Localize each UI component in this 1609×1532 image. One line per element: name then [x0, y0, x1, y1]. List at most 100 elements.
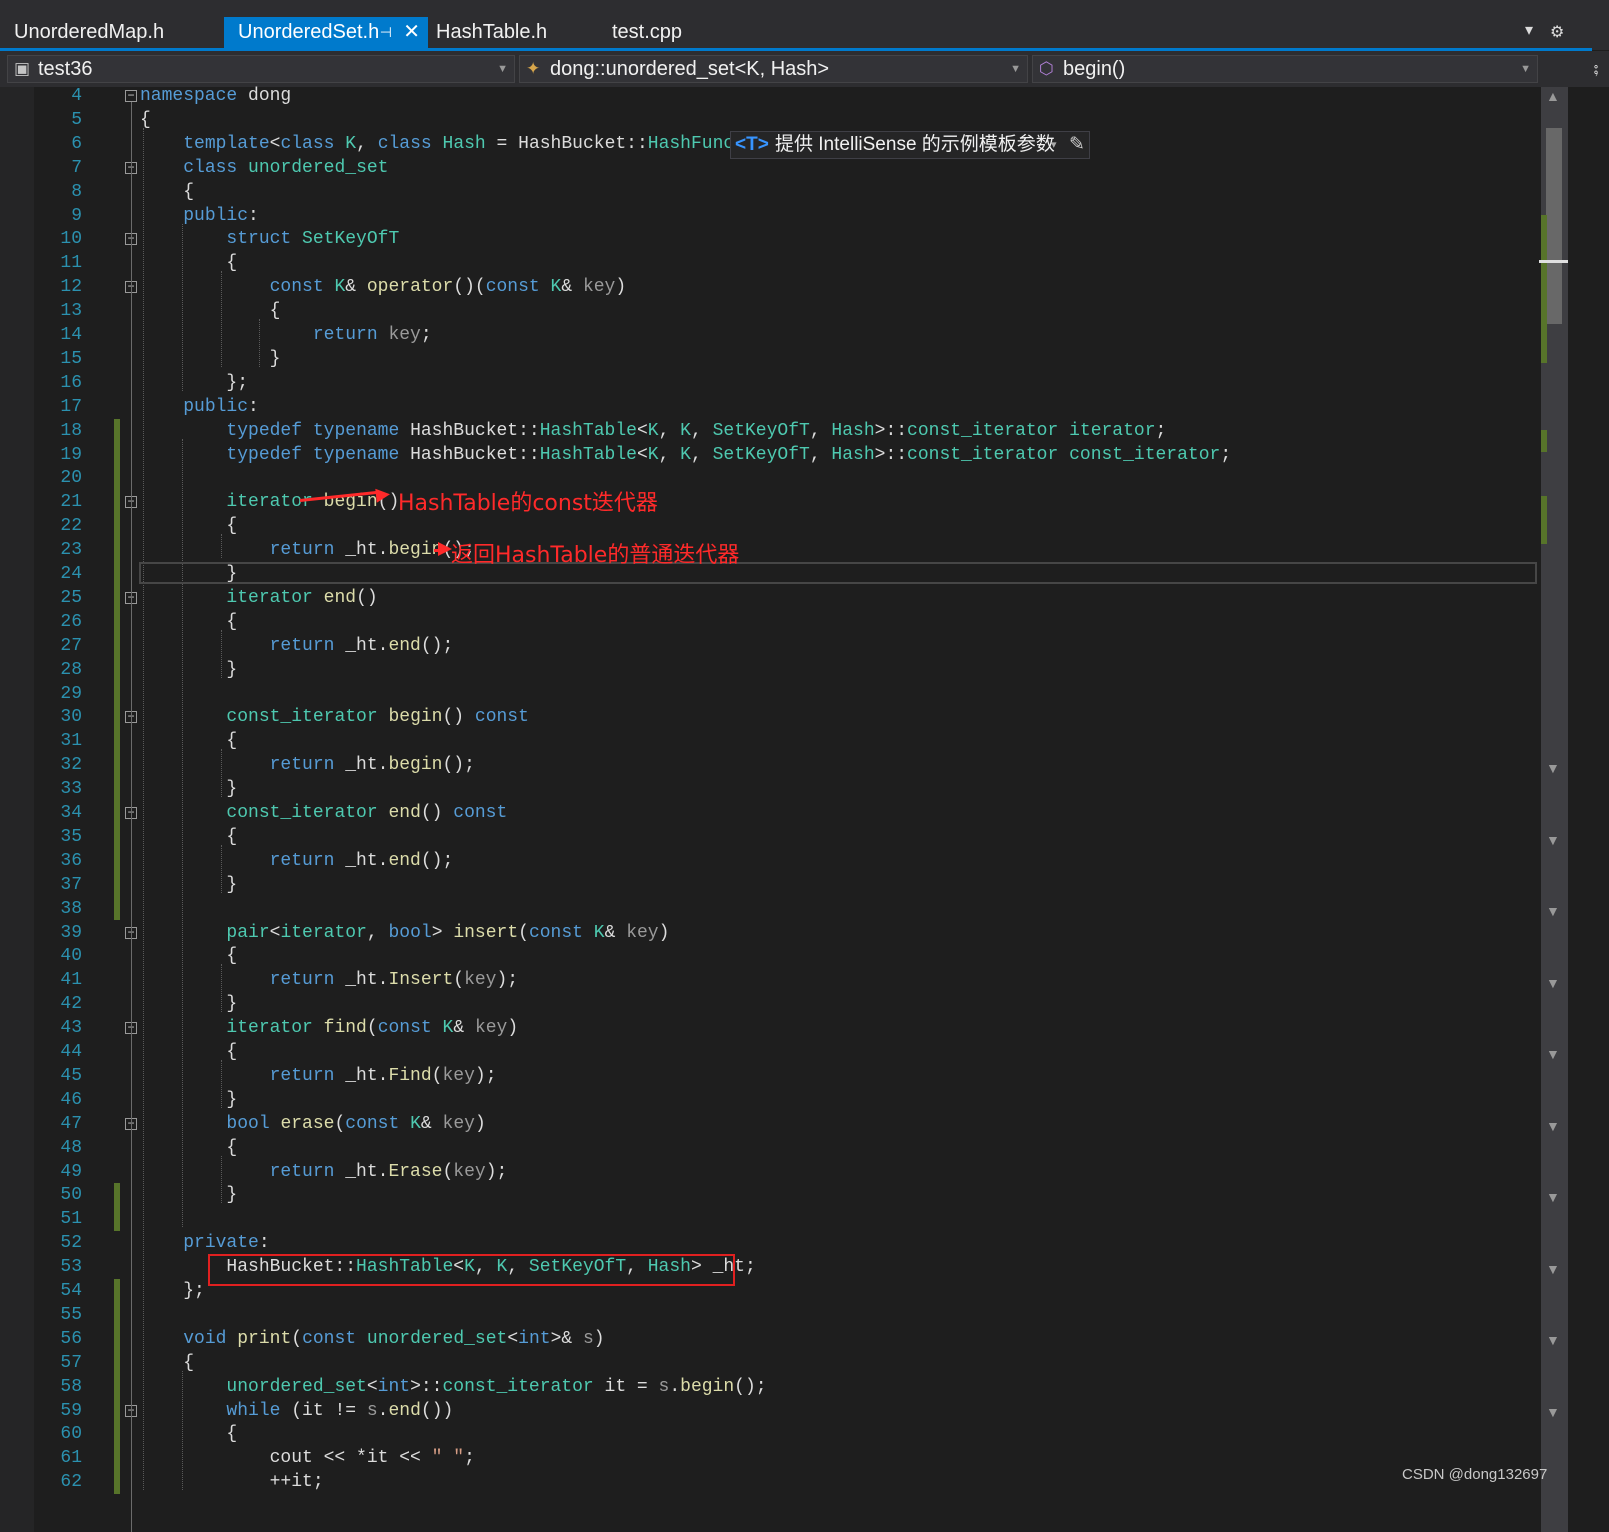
- code-line[interactable]: unordered_set<int>::const_iterator it = …: [140, 1375, 766, 1400]
- project-combo[interactable]: ▣ test36 ▼: [7, 55, 515, 83]
- code-line[interactable]: }: [140, 873, 237, 898]
- code-line[interactable]: const K& operator()(const K& key): [140, 275, 627, 300]
- code-token: ): [615, 277, 627, 298]
- code-token: &: [453, 1018, 475, 1039]
- code-line[interactable]: private:: [140, 1231, 269, 1256]
- code-line[interactable]: const_iterator end() const: [140, 801, 507, 826]
- code-line[interactable]: public:: [140, 204, 259, 229]
- code-line[interactable]: void print(const unordered_set<int>& s): [140, 1327, 604, 1352]
- code-line[interactable]: template<class K, class Hash = HashBucke…: [140, 132, 777, 157]
- pin-icon[interactable]: ⊣: [380, 17, 392, 48]
- split-editor-icon[interactable]: ⨟: [1583, 55, 1609, 83]
- scroll-up-arrow-icon[interactable]: ▲: [1546, 88, 1560, 104]
- code-token: K: [647, 420, 659, 441]
- member-combo[interactable]: ⬡ begin() ▼: [1032, 55, 1538, 83]
- code-line[interactable]: public:: [140, 395, 259, 420]
- code-line[interactable]: cout << *it << " ";: [140, 1446, 475, 1471]
- line-number: 13: [60, 301, 82, 322]
- code-line[interactable]: {: [140, 1136, 237, 1161]
- code-line[interactable]: ++it;: [140, 1470, 324, 1495]
- code-token: ,: [690, 444, 713, 465]
- intellisense-template-hint[interactable]: <T> 提供 IntelliSense 的示例模板参数 ▾ ✎: [730, 131, 1090, 159]
- code-token: {: [140, 181, 195, 202]
- scope-combo[interactable]: ✦ dong::unordered_set<K, Hash> ▼: [519, 55, 1028, 83]
- settings-gear-icon[interactable]: ⚙: [1550, 22, 1564, 42]
- code-line[interactable]: struct SetKeyOfT: [140, 227, 399, 252]
- code-line[interactable]: return _ht.Insert(key);: [140, 968, 518, 993]
- code-line[interactable]: {: [140, 1422, 237, 1447]
- line-number: 30: [60, 707, 82, 728]
- indent-guide: [221, 629, 222, 678]
- code-line[interactable]: return _ht.Find(key);: [140, 1064, 497, 1089]
- code-line[interactable]: return _ht.end();: [140, 849, 454, 874]
- code-line[interactable]: };: [140, 371, 248, 396]
- code-line[interactable]: };: [140, 1279, 205, 1304]
- code-line[interactable]: {: [140, 108, 151, 133]
- chevron-down-icon[interactable]: ▾: [1051, 132, 1057, 158]
- tab-unorderedset[interactable]: UnorderedSet.h ⊣ ✕: [224, 17, 428, 48]
- code-line[interactable]: iterator find(const K& key): [140, 1016, 518, 1041]
- tab-hashtable[interactable]: HashTable.h: [422, 17, 602, 48]
- code-token: K: [334, 277, 346, 298]
- tab-list-dropdown-icon[interactable]: ▾: [1525, 20, 1533, 40]
- code-token: }: [140, 659, 238, 680]
- code-token: end: [323, 587, 357, 608]
- code-line[interactable]: return _ht.begin();: [140, 753, 475, 778]
- code-line[interactable]: {: [140, 180, 194, 205]
- code-line[interactable]: return key;: [140, 323, 432, 348]
- code-token: HashBucket::: [399, 420, 540, 441]
- code-line[interactable]: }: [140, 992, 237, 1017]
- code-line[interactable]: typedef typename HashBucket::HashTable<K…: [140, 419, 1166, 444]
- edit-pencil-icon[interactable]: ✎: [1069, 132, 1085, 158]
- code-line[interactable]: return _ht.end();: [140, 634, 454, 659]
- code-line[interactable]: iterator end(): [140, 586, 377, 611]
- code-line[interactable]: {: [140, 944, 237, 969]
- code-line[interactable]: {: [140, 825, 237, 850]
- code-token: ,: [690, 420, 713, 441]
- code-line[interactable]: typedef typename HashBucket::HashTable<K…: [140, 443, 1231, 468]
- code-line[interactable]: return _ht.Erase(key);: [140, 1160, 508, 1185]
- code-token: key: [464, 970, 497, 991]
- template-badge: <T>: [735, 134, 769, 155]
- code-line[interactable]: {: [140, 251, 237, 276]
- code-line[interactable]: {: [140, 729, 237, 754]
- code-line[interactable]: {: [140, 1351, 194, 1376]
- line-number: 12: [60, 277, 82, 298]
- code-token: return: [312, 325, 378, 345]
- code-line[interactable]: }: [140, 1088, 237, 1113]
- code-line[interactable]: class unordered_set: [140, 156, 388, 181]
- code-token: >::: [410, 1376, 443, 1397]
- code-token: typedef: [226, 420, 303, 441]
- close-icon[interactable]: ✕: [403, 17, 420, 48]
- code-token: }: [140, 874, 238, 895]
- code-token: print: [237, 1328, 292, 1349]
- code-line[interactable]: bool erase(const K& key): [140, 1112, 485, 1137]
- scrollbar-thumb[interactable]: [1546, 128, 1562, 324]
- code-line[interactable]: while (it != s.end()): [140, 1399, 453, 1424]
- code-line[interactable]: {: [140, 610, 237, 635]
- code-line[interactable]: }: [140, 658, 237, 683]
- tab-unorderedmap[interactable]: UnorderedMap.h: [0, 17, 224, 48]
- code-line[interactable]: const_iterator begin() const: [140, 705, 528, 730]
- code-token: {: [140, 301, 281, 322]
- code-line[interactable]: return _ht.begin();: [140, 538, 475, 563]
- tab-test-cpp[interactable]: test.cpp: [598, 17, 778, 48]
- code-token: {: [140, 946, 238, 967]
- collapse-region-icon[interactable]: −: [125, 89, 137, 102]
- code-line[interactable]: }: [140, 1183, 237, 1208]
- code-line[interactable]: }: [140, 777, 237, 802]
- code-token: ,: [366, 922, 389, 943]
- code-line[interactable]: {: [140, 514, 237, 539]
- code-line[interactable]: pair<iterator, bool> insert(const K& key…: [140, 921, 669, 946]
- code-token: key: [582, 277, 616, 298]
- code-token: key: [453, 1161, 486, 1182]
- code-line[interactable]: {: [140, 1040, 237, 1065]
- code-line[interactable]: namespace dong: [140, 84, 291, 109]
